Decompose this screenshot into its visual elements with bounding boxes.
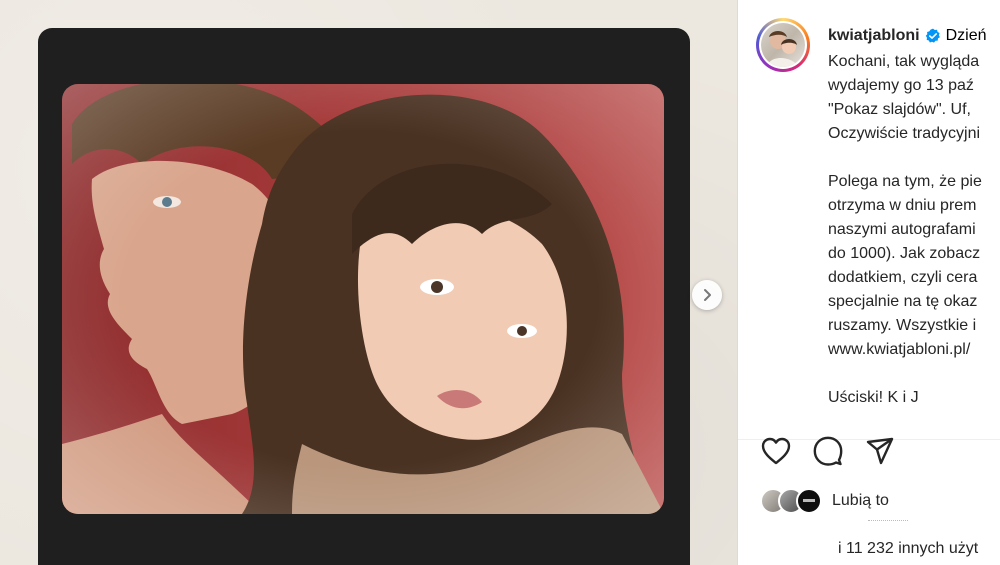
caption-line: dodatkiem, czyli cera — [828, 269, 978, 286]
avatar-portrait — [767, 31, 799, 67]
caption-area: kwiatjabloni Dzień Kochani, tak wygląda … — [738, 0, 1000, 440]
logo-icon — [803, 499, 815, 502]
liked-by-label[interactable]: Lubią to — [832, 492, 889, 510]
caption-first-words: Dzień — [945, 27, 987, 44]
avatar-image — [761, 23, 805, 67]
caption-line: specjalnie na tę okaz — [828, 293, 978, 310]
likes-others-count[interactable]: i 11 232 innych użyt — [838, 540, 978, 558]
profile-avatar[interactable] — [756, 18, 810, 72]
photo-vignette — [62, 84, 664, 514]
post-side-panel: kwiatjabloni Dzień Kochani, tak wygląda … — [737, 0, 1000, 565]
share-button[interactable] — [864, 435, 896, 467]
post-media — [0, 0, 737, 565]
caption-line: otrzyma w dniu prem — [828, 197, 977, 214]
like-button[interactable] — [760, 435, 792, 467]
liker-avatar[interactable] — [796, 488, 822, 514]
post-header: kwiatjabloni Dzień — [828, 27, 986, 45]
caption-line: naszymi autografami — [828, 221, 976, 238]
username-link[interactable]: kwiatjabloni — [828, 27, 920, 45]
caption-line: Kochani, tak wygląda — [828, 53, 980, 70]
post-actions — [760, 433, 896, 469]
next-slide-button[interactable] — [692, 280, 722, 310]
caption-line: Oczywiście tradycyjni — [828, 125, 981, 142]
post-photo[interactable] — [62, 84, 664, 514]
caption-line: Polega na tym, że pie — [828, 173, 982, 190]
caption-link[interactable]: www.kwiatjabloni.pl/ — [828, 338, 970, 362]
caption-line: Uściski! K i J — [828, 389, 919, 406]
caption-line: do 1000). Jak zobacz — [828, 245, 981, 262]
likes-summary: Lubią to — [760, 488, 889, 514]
avatar-border — [759, 21, 807, 69]
comment-icon — [813, 436, 843, 466]
verified-badge-icon — [925, 28, 941, 44]
caption-line: ruszamy. Wszystkie i — [828, 317, 977, 334]
share-icon — [866, 437, 894, 465]
caption-line: wydajemy go 13 paź — [828, 77, 974, 94]
chevron-right-icon — [704, 289, 711, 301]
heart-icon — [761, 437, 791, 465]
divider — [868, 520, 908, 521]
comment-button[interactable] — [812, 435, 844, 467]
caption-line: "Pokaz slajdów". Uf, — [828, 101, 971, 118]
